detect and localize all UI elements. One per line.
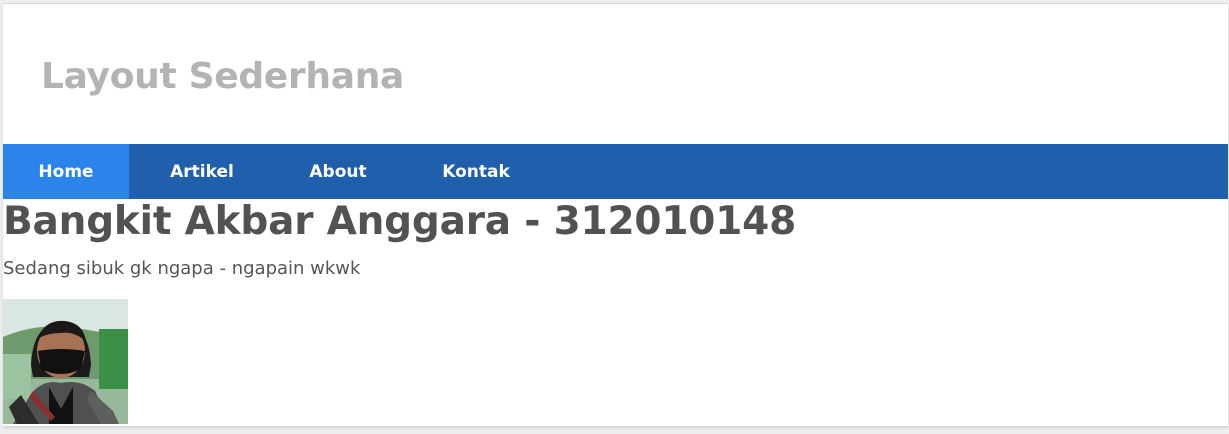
main-content: Bangkit Akbar Anggara - 312010148 Sedang…	[3, 199, 1228, 424]
profile-photo-image	[3, 299, 128, 424]
site-title: Layout Sederhana	[41, 56, 405, 97]
nav-item-about[interactable]: About	[275, 144, 401, 199]
main-nav: Home Artikel About Kontak	[3, 144, 1228, 199]
profile-status: Sedang sibuk gk ngapa - ngapain wkwk	[3, 258, 361, 279]
nav-item-artikel[interactable]: Artikel	[129, 144, 275, 199]
profile-photo	[3, 299, 128, 424]
page-container: Layout Sederhana Home Artikel About Kont…	[3, 3, 1228, 426]
profile-name: Bangkit Akbar Anggara - 312010148	[3, 199, 797, 244]
nav-item-home[interactable]: Home	[3, 144, 129, 199]
site-header: Layout Sederhana	[3, 4, 1228, 144]
nav-item-kontak[interactable]: Kontak	[401, 144, 551, 199]
